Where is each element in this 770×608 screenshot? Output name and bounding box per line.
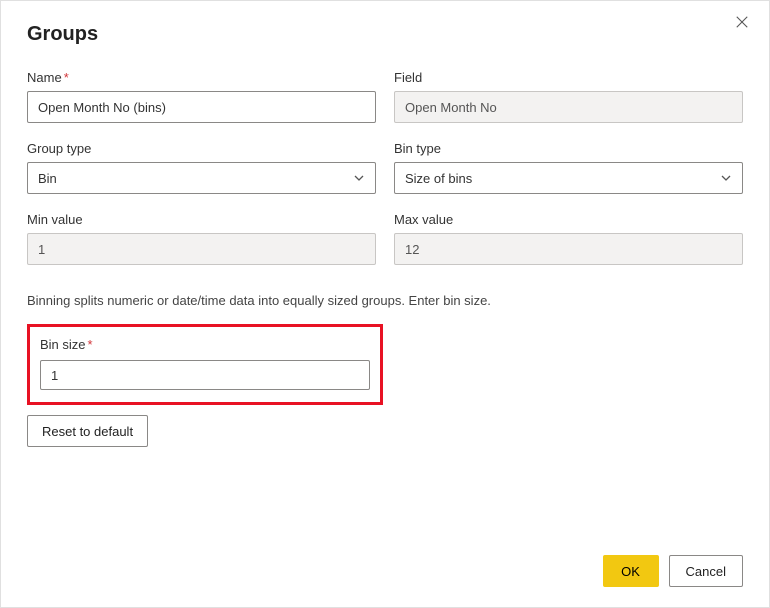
- chevron-down-icon: [353, 172, 365, 184]
- cancel-button[interactable]: Cancel: [669, 555, 743, 587]
- bin-size-input[interactable]: [40, 360, 370, 390]
- bin-type-select[interactable]: Size of bins: [394, 162, 743, 194]
- field-value: Open Month No: [394, 91, 743, 123]
- min-value-label: Min value: [27, 212, 376, 227]
- min-value: 1: [27, 233, 376, 265]
- dialog-footer: OK Cancel: [603, 555, 743, 587]
- group-type-select[interactable]: Bin: [27, 162, 376, 194]
- close-icon[interactable]: [735, 15, 753, 33]
- group-type-label: Group type: [27, 141, 376, 156]
- bin-size-label: Bin size*: [40, 337, 370, 352]
- required-marker: *: [64, 70, 69, 85]
- name-label: Name*: [27, 70, 376, 85]
- ok-button[interactable]: OK: [603, 555, 659, 587]
- bin-type-value: Size of bins: [405, 171, 472, 186]
- field-label: Field: [394, 70, 743, 85]
- max-value: 12: [394, 233, 743, 265]
- reset-to-default-button[interactable]: Reset to default: [27, 415, 148, 447]
- max-value-label: Max value: [394, 212, 743, 227]
- group-type-value: Bin: [38, 171, 57, 186]
- bin-size-highlight: Bin size*: [27, 324, 383, 405]
- chevron-down-icon: [720, 172, 732, 184]
- dialog-title: Groups: [27, 23, 743, 46]
- bin-type-label: Bin type: [394, 141, 743, 156]
- required-marker: *: [88, 337, 93, 352]
- name-input[interactable]: [27, 91, 376, 123]
- binning-description: Binning splits numeric or date/time data…: [27, 293, 743, 308]
